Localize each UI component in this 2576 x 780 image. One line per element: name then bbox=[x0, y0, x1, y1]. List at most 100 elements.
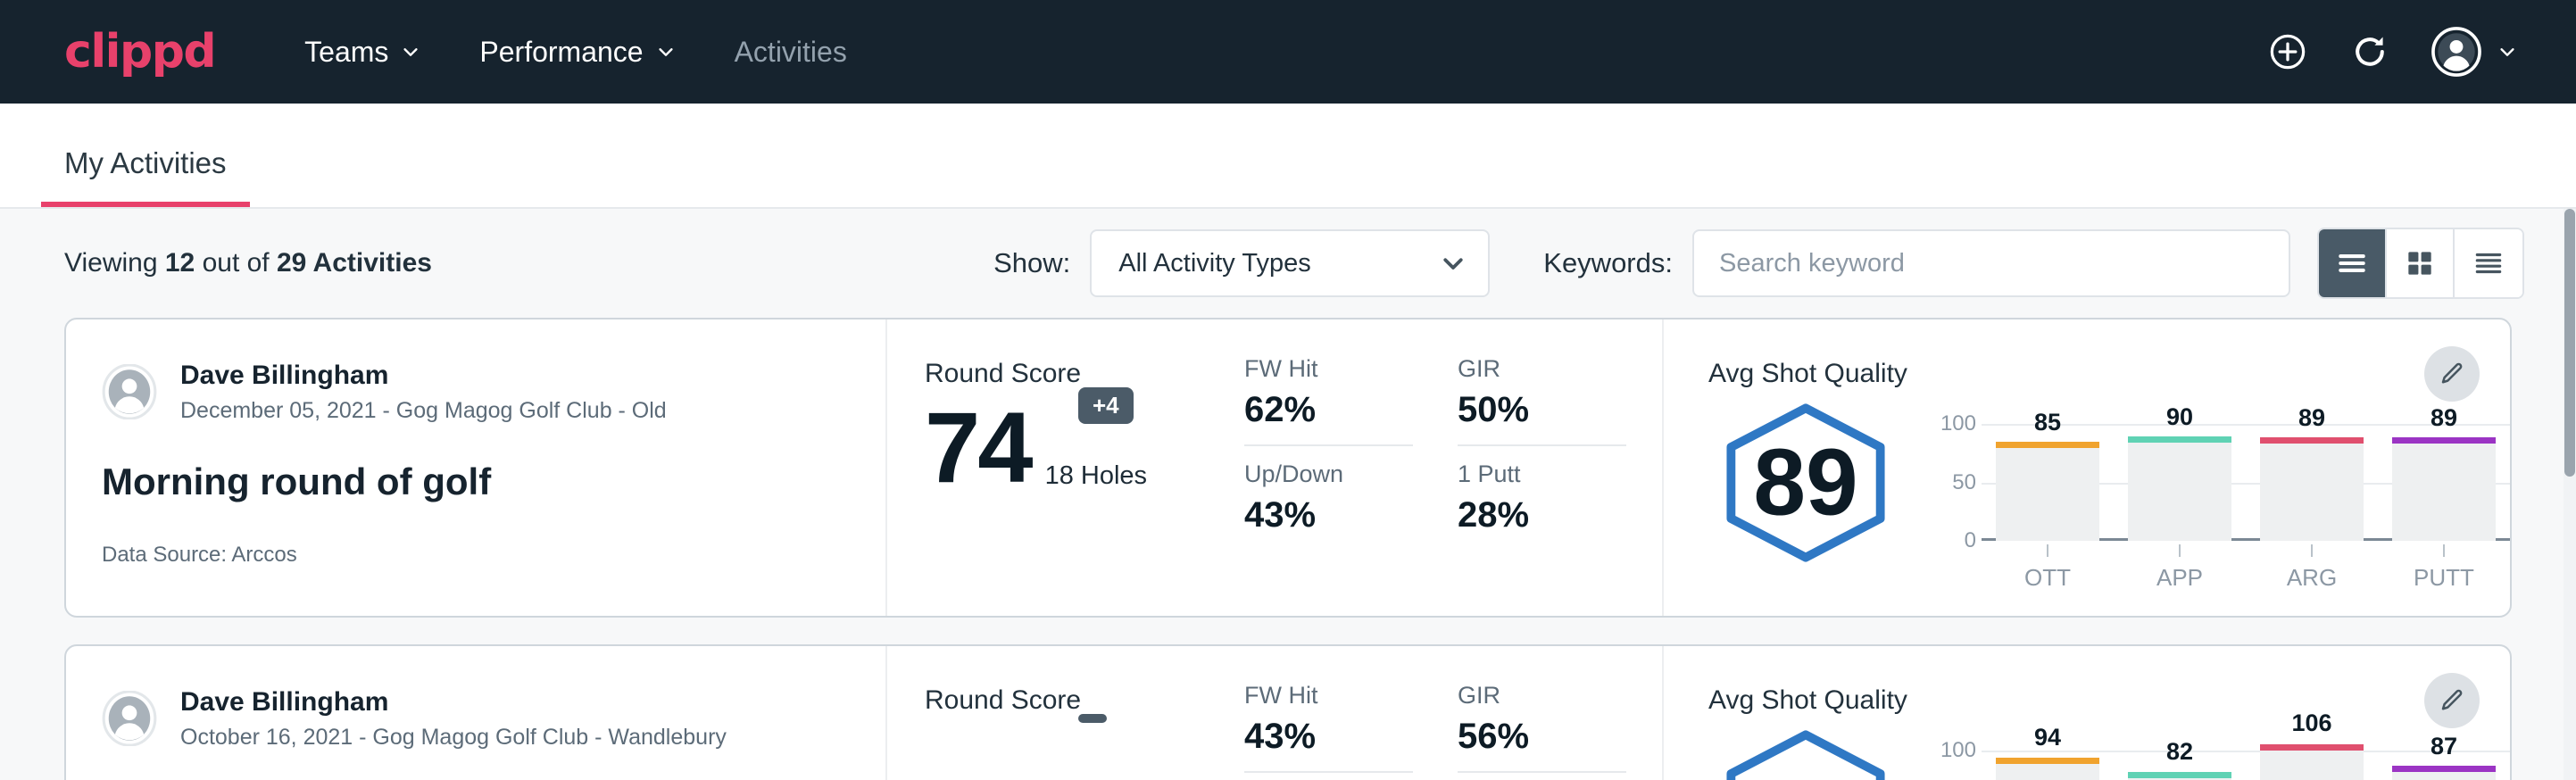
nav-item-activities[interactable]: Activities bbox=[735, 36, 847, 69]
round-score-column: Round Score 74 +4 18 Holes bbox=[887, 319, 1244, 616]
tab-my-activities[interactable]: My Activities bbox=[41, 146, 250, 207]
search-keyword-box[interactable] bbox=[1692, 229, 2290, 297]
stat-one-putt-label: 1 Putt bbox=[1458, 461, 1626, 488]
top-navigation-bar: clippd Teams Performance Activities bbox=[0, 0, 2576, 104]
chart-plot: 94 82 106 bbox=[1982, 734, 2510, 780]
list-view-icon[interactable] bbox=[2319, 229, 2387, 297]
clippd-logo[interactable]: clippd bbox=[64, 25, 215, 79]
round-score-column: Round Score bbox=[887, 646, 1244, 780]
round-score-label: Round Score bbox=[925, 359, 1244, 389]
stat-fw-hit-value: 62% bbox=[1244, 390, 1413, 446]
viewing-total: 29 Activities bbox=[277, 248, 432, 278]
y-tick-100: 100 bbox=[1940, 411, 1976, 436]
add-icon[interactable] bbox=[2267, 31, 2308, 72]
tick-mark-icon bbox=[2311, 544, 2313, 557]
bar-arg: 106 bbox=[2246, 734, 2378, 780]
stat-up-down-value: 43% bbox=[1244, 495, 1413, 535]
x-label-arg: ARG bbox=[2246, 564, 2378, 592]
activity-type-select[interactable]: All Activity Types bbox=[1090, 229, 1490, 297]
bar-putt: 87 bbox=[2378, 734, 2510, 780]
activity-type-select-value: All Activity Types bbox=[1118, 249, 1310, 278]
avg-shot-quality-label: Avg Shot Quality bbox=[1708, 685, 2510, 716]
activity-author: Dave Billingham October 16, 2021 - Gog M… bbox=[102, 685, 850, 751]
chart-plot: 85 90 89 bbox=[1982, 407, 2510, 541]
view-mode-toggle-group bbox=[2317, 228, 2524, 299]
x-tick-putt: PUTT bbox=[2378, 544, 2510, 592]
activity-author-name: Dave Billingham bbox=[180, 685, 727, 719]
avg-shot-quality-column: Avg Shot Quality 100 50 0 bbox=[1664, 646, 2510, 780]
stat-fw-hit: FW Hit 62% bbox=[1244, 355, 1449, 446]
chart-bars: 85 90 89 bbox=[1982, 407, 2510, 541]
compact-view-icon[interactable] bbox=[2455, 229, 2522, 297]
results-count-text: Viewing 12 out of 29 Activities bbox=[64, 248, 432, 278]
stat-fw-hit: FW Hit 43% bbox=[1244, 682, 1449, 773]
chart-y-axis: 100 50 0 bbox=[1930, 407, 1982, 541]
activity-meta: October 16, 2021 - Gog Magog Golf Club -… bbox=[180, 723, 727, 752]
activity-card[interactable]: Dave Billingham October 16, 2021 - Gog M… bbox=[64, 644, 2512, 780]
score-to-par-badge: +4 bbox=[1078, 387, 1134, 424]
nav-item-teams[interactable]: Teams bbox=[304, 36, 420, 69]
activity-data-source: Data Source: Arccos bbox=[102, 543, 850, 568]
score-to-par-badge bbox=[1078, 714, 1107, 723]
nav-item-teams-label: Teams bbox=[304, 36, 388, 69]
keywords-label: Keywords: bbox=[1543, 247, 1673, 279]
search-input[interactable] bbox=[1719, 249, 2264, 278]
edit-activity-button[interactable] bbox=[2424, 346, 2480, 402]
bar-ott: 85 bbox=[1982, 407, 2114, 541]
y-tick-50: 50 bbox=[1952, 470, 1976, 495]
y-tick-0: 0 bbox=[1965, 528, 1976, 553]
stat-gir: GIR 50% bbox=[1458, 355, 1662, 446]
x-label-app: APP bbox=[2114, 564, 2246, 592]
avg-shot-quality-value: 89 bbox=[1753, 431, 1857, 535]
bar-putt: 89 bbox=[2378, 407, 2510, 541]
holes-played: 18 Holes bbox=[1045, 461, 1147, 498]
tick-mark-icon bbox=[2179, 544, 2181, 557]
bar-putt-value: 87 bbox=[2431, 733, 2457, 760]
x-tick-arg: ARG bbox=[2246, 544, 2378, 592]
bar-app: 82 bbox=[2114, 734, 2246, 780]
page-scrollbar[interactable] bbox=[2564, 209, 2576, 780]
account-menu[interactable] bbox=[2431, 27, 2517, 77]
activity-author-name: Dave Billingham bbox=[180, 359, 667, 393]
nav-item-performance[interactable]: Performance bbox=[479, 36, 675, 69]
bar-ott-rect bbox=[1996, 758, 2098, 780]
stat-gir-label: GIR bbox=[1458, 682, 1626, 709]
avatar bbox=[102, 364, 157, 419]
stat-one-putt-value: 28% bbox=[1458, 495, 1626, 535]
stat-gir-value: 50% bbox=[1458, 390, 1626, 446]
grid-view-icon[interactable] bbox=[2387, 229, 2455, 297]
bar-arg-value: 89 bbox=[2298, 404, 2325, 432]
avg-shot-quality-column: Avg Shot Quality 89 100 50 0 bbox=[1664, 319, 2510, 616]
activity-card[interactable]: Dave Billingham December 05, 2021 - Gog … bbox=[64, 318, 2512, 618]
bar-arg-rect bbox=[2260, 744, 2363, 780]
chevron-down-icon bbox=[1440, 250, 1467, 277]
bar-putt-value: 89 bbox=[2431, 404, 2457, 432]
shot-quality-bar-chart: 100 50 0 94 bbox=[1903, 721, 2510, 780]
viewing-prefix: Viewing bbox=[64, 248, 165, 278]
avg-shot-quality-body: 100 50 0 94 bbox=[1708, 721, 2510, 780]
filter-controls: Show: All Activity Types Keywords: bbox=[993, 228, 2524, 299]
bar-app: 90 bbox=[2114, 407, 2246, 541]
chart-bars: 94 82 106 bbox=[1982, 734, 2510, 780]
bar-arg: 89 bbox=[2246, 407, 2378, 541]
bar-app-value: 90 bbox=[2166, 403, 2193, 431]
bar-arg-rect bbox=[2260, 437, 2363, 541]
bar-app-value: 82 bbox=[2166, 738, 2193, 766]
round-score-value: 74 bbox=[925, 398, 1031, 498]
x-label-putt: PUTT bbox=[2378, 564, 2510, 592]
stat-gir-value: 56% bbox=[1458, 717, 1626, 773]
shot-quality-plot-area: 100 50 0 85 bbox=[1930, 407, 2510, 541]
shot-quality-bar-chart: 100 50 0 85 bbox=[1903, 394, 2510, 592]
scrollbar-thumb[interactable] bbox=[2564, 209, 2575, 477]
round-score-label: Round Score bbox=[925, 685, 1244, 716]
activity-author: Dave Billingham December 05, 2021 - Gog … bbox=[102, 359, 850, 425]
bar-ott-rect bbox=[1996, 442, 2098, 541]
show-label: Show: bbox=[993, 247, 1070, 279]
edit-activity-button[interactable] bbox=[2424, 673, 2480, 728]
activity-title: Morning round of golf bbox=[102, 461, 850, 503]
refresh-icon[interactable] bbox=[2349, 31, 2390, 72]
y-tick-100: 100 bbox=[1940, 738, 1976, 763]
activity-card-list: Dave Billingham December 05, 2021 - Gog … bbox=[0, 318, 2576, 780]
viewing-count: 12 bbox=[165, 248, 195, 278]
activity-info-column: Dave Billingham December 05, 2021 - Gog … bbox=[66, 319, 887, 616]
